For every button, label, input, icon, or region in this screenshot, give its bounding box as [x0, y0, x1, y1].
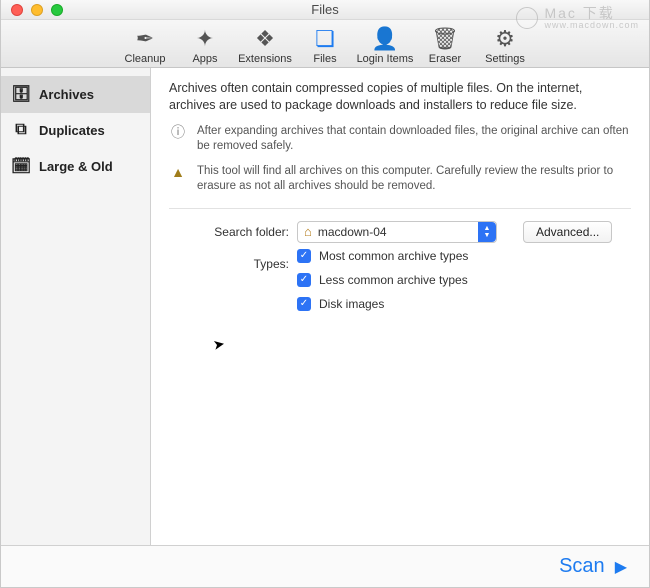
toolbar-login-items[interactable]: 👤 Login Items: [356, 24, 414, 65]
search-folder-value: macdown-04: [318, 225, 387, 239]
play-icon: ▶: [615, 557, 627, 577]
scan-label: Scan: [559, 555, 605, 578]
calendar-icon: 🗓: [11, 156, 31, 176]
checkbox-checked-icon: ✓: [297, 249, 311, 263]
info-hint: ⓘ After expanding archives that contain …: [169, 124, 631, 154]
toolbar-settings[interactable]: ⚙ Settings: [476, 24, 534, 65]
sidebar-item-label: Archives: [39, 87, 94, 102]
type-option-less-common[interactable]: ✓ Less common archive types: [297, 273, 631, 287]
type-option-label: Most common archive types: [319, 249, 468, 263]
sidebar-item-archives[interactable]: 🗄 Archives: [1, 76, 150, 113]
home-folder-icon: ⌂: [304, 224, 312, 239]
toolbar-cleanup[interactable]: ✒︎ Cleanup: [116, 24, 174, 65]
info-icon: ⓘ: [169, 124, 187, 141]
divider: [169, 208, 631, 209]
toolbar-files[interactable]: ❏ Files: [296, 24, 354, 65]
scan-button[interactable]: Scan ▶: [559, 555, 627, 578]
search-folder-row: Search folder: ⌂ macdown-04 ▲▼ Advanced.…: [169, 221, 631, 243]
sidebar: 🗄 Archives ⧉ Duplicates 🗓 Large & Old: [1, 68, 151, 545]
mouse-cursor-icon: ➤: [212, 335, 227, 354]
popup-arrows-icon: ▲▼: [478, 222, 496, 242]
warning-icon: ▲: [169, 164, 187, 181]
window-title: Files: [1, 2, 649, 17]
toolbar-extensions[interactable]: ❖ Extensions: [236, 24, 294, 65]
types-label: Types:: [169, 251, 289, 271]
main-panel: Archives often contain compressed copies…: [151, 68, 649, 545]
type-option-label: Disk images: [319, 297, 384, 311]
type-option-label: Less common archive types: [319, 273, 468, 287]
advanced-button[interactable]: Advanced...: [523, 221, 612, 243]
type-option-disk-images[interactable]: ✓ Disk images: [297, 297, 631, 311]
search-folder-label: Search folder:: [169, 225, 289, 239]
trash-icon: 🗑: [431, 26, 459, 52]
sidebar-item-label: Large & Old: [39, 159, 113, 174]
toolbar-apps[interactable]: ✦ Apps: [176, 24, 234, 65]
sidebar-item-label: Duplicates: [39, 123, 105, 138]
files-icon: ❏: [315, 26, 335, 52]
feather-icon: ✒︎: [136, 26, 154, 52]
share-icon: ❖: [255, 26, 275, 52]
warning-hint: ▲ This tool will find all archives on th…: [169, 164, 631, 194]
toolbar: ✒︎ Cleanup ✦ Apps ❖ Extensions ❏ Files 👤…: [1, 20, 649, 68]
gear-icon: ⚙: [495, 26, 515, 52]
checkbox-checked-icon: ✓: [297, 297, 311, 311]
footer: Scan ▶: [1, 545, 649, 587]
sidebar-item-large-old[interactable]: 🗓 Large & Old: [1, 148, 150, 185]
search-folder-popup[interactable]: ⌂ macdown-04 ▲▼: [297, 221, 497, 243]
titlebar: Files Mac 下载 www.macdown.com: [1, 0, 649, 20]
user-icon: 👤: [371, 26, 398, 52]
apps-icon: ✦: [196, 26, 214, 52]
sidebar-item-duplicates[interactable]: ⧉ Duplicates: [1, 113, 150, 148]
duplicates-icon: ⧉: [11, 121, 31, 139]
checkbox-checked-icon: ✓: [297, 273, 311, 287]
archive-box-icon: 🗄: [11, 84, 31, 104]
toolbar-eraser[interactable]: 🗑 Eraser: [416, 24, 474, 65]
intro-text: Archives often contain compressed copies…: [169, 80, 631, 114]
type-option-most-common[interactable]: ✓ Most common archive types: [297, 249, 631, 263]
